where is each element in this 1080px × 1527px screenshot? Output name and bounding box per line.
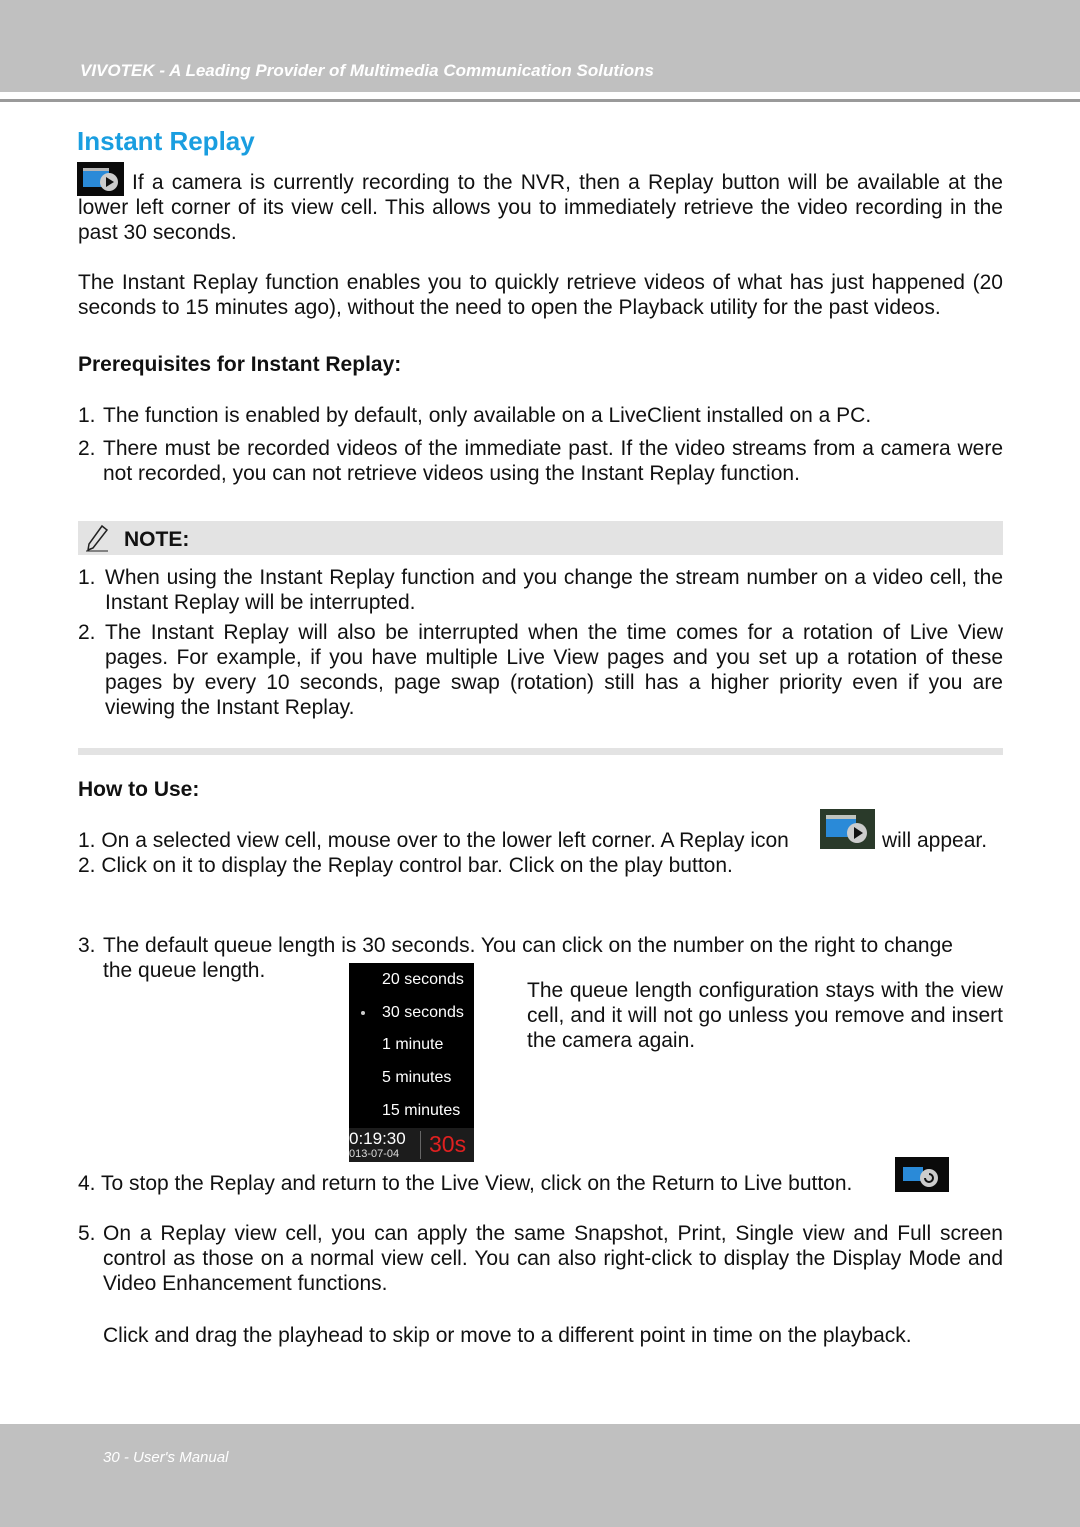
page-footer: 30 - User's Manual [0,1424,1080,1527]
drag-note: Click and drag the playhead to skip or m… [103,1324,912,1347]
menu-option[interactable]: 15 minutes [382,1102,460,1120]
menu-option-selected[interactable]: 30 seconds [382,1004,464,1022]
replay-control-bar: 0:19:30 013-07-04 30s [349,1128,474,1162]
item-number: 2. [78,621,96,644]
queue-length-button[interactable]: 30s [429,1131,466,1158]
description-paragraph: The Instant Replay function enables you … [78,271,1003,319]
replay-icon [820,809,875,849]
intro-paragraph: If a camera is currently recording to th… [78,170,1003,245]
page-header: VIVOTEK - A Leading Provider of Multimed… [0,0,1080,92]
item-number: 3. [78,934,96,957]
menu-option[interactable]: 20 seconds [382,971,464,989]
step-4: 4. To stop the Replay and return to the … [78,1172,853,1195]
step-5: 5. On a Replay view cell, you can apply t… [78,1221,1003,1296]
step-text: 1. On a selected view cell, mouse over t… [78,829,789,852]
step-2: 2. Click on it to display the Replay con… [78,854,733,877]
replay-icon [77,162,124,196]
item-text: When using the Instant Replay function a… [105,566,1003,614]
page-title: Instant Replay [77,126,255,156]
selected-dot-icon [361,1011,365,1015]
note-banner: NOTE: [78,521,1003,555]
replay-date: 013-07-04 [349,1148,400,1160]
menu-option[interactable]: 1 minute [382,1036,443,1054]
header-rule [0,99,1080,102]
item-text: There must be recorded videos of the imm… [103,437,1003,485]
queue-length-menu[interactable]: 20 seconds 30 seconds 1 minute 5 minutes… [349,963,474,1162]
note-label: NOTE: [124,528,190,551]
menu-option[interactable]: 5 minutes [382,1069,451,1087]
howto-heading: How to Use: [78,778,200,801]
intro-text: If a camera is currently recording to th… [78,171,1003,244]
section-divider [78,748,1003,755]
note-item: 1. When using the Instant Replay function… [78,565,1003,615]
header-tagline: VIVOTEK - A Leading Provider of Multimed… [80,61,654,80]
page-number: 30 - User's Manual [103,1449,229,1466]
return-to-live-icon [895,1157,949,1192]
item-text: The Instant Replay will also be interrup… [105,621,1003,719]
pencil-icon [86,524,109,552]
replay-time: 0:19:30 [349,1129,406,1148]
prereq-heading: Prerequisites for Instant Replay: [78,353,402,376]
step-3-continued: the queue length. [103,959,266,982]
step-1-end: will appear. [882,829,988,852]
item-text: On a Replay view cell, you can apply the… [103,1222,1003,1295]
step-3: 3. The default queue length is 30 seconds… [78,933,1003,958]
item-number: 2. [78,437,96,460]
note-item: 2. The Instant Replay will also be interr… [78,620,1003,720]
step-text: The default queue length is 30 seconds. … [103,934,953,957]
queue-note: The queue length configuration stays wit… [527,979,1003,1052]
item-text: The function is enabled by default, only… [103,404,872,427]
item-number: 1. [78,566,96,589]
prereq-item: 2. There must be recorded videos of the i… [78,436,1003,486]
item-number: 5. [78,1222,96,1245]
prereq-item: 1. The function is enabled by default, on… [78,403,1003,428]
item-number: 1. [78,404,96,427]
